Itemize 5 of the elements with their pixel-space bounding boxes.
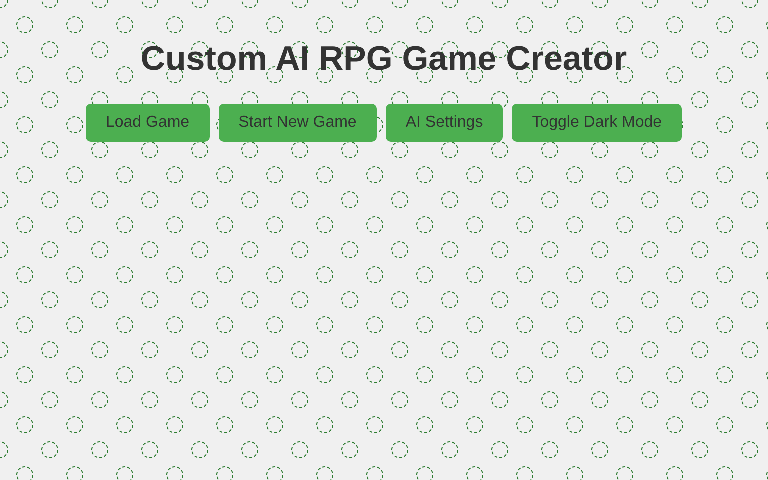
- menu-button[interactable]: Toggle Dark Mode: [512, 104, 682, 142]
- menu-button[interactable]: Load Game: [86, 104, 210, 142]
- menu-button[interactable]: Start New Game: [218, 104, 377, 142]
- page-title: Custom AI RPG Game Creator: [140, 39, 628, 80]
- menu-button[interactable]: AI Settings: [386, 104, 504, 142]
